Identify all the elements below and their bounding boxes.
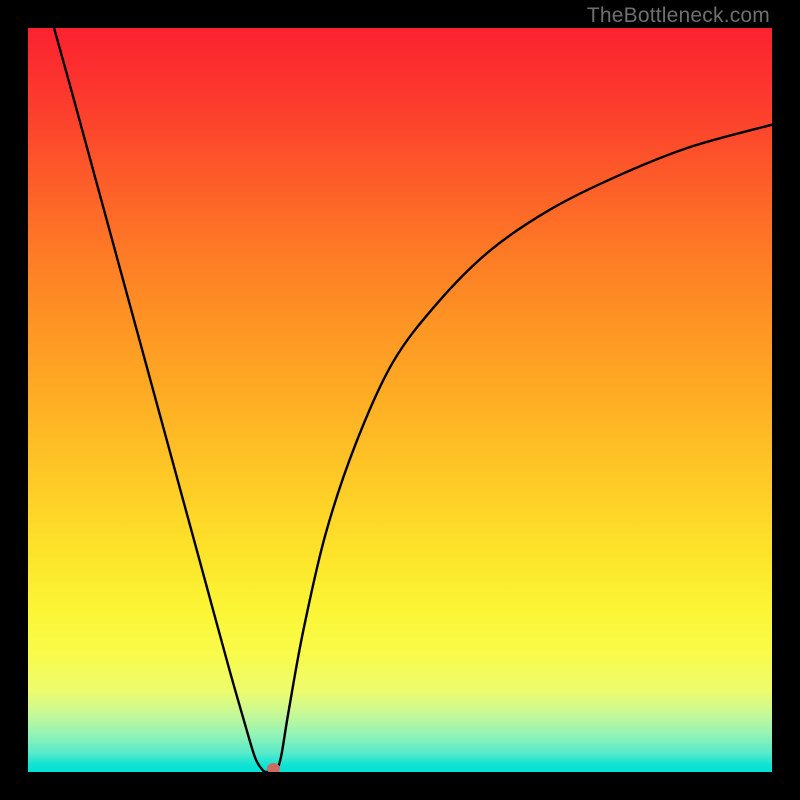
plot-area [28, 28, 772, 772]
watermark-text: TheBottleneck.com [587, 4, 770, 28]
bottleneck-curve [28, 28, 772, 772]
chart-frame: TheBottleneck.com [0, 0, 800, 800]
optimum-marker [267, 763, 280, 772]
